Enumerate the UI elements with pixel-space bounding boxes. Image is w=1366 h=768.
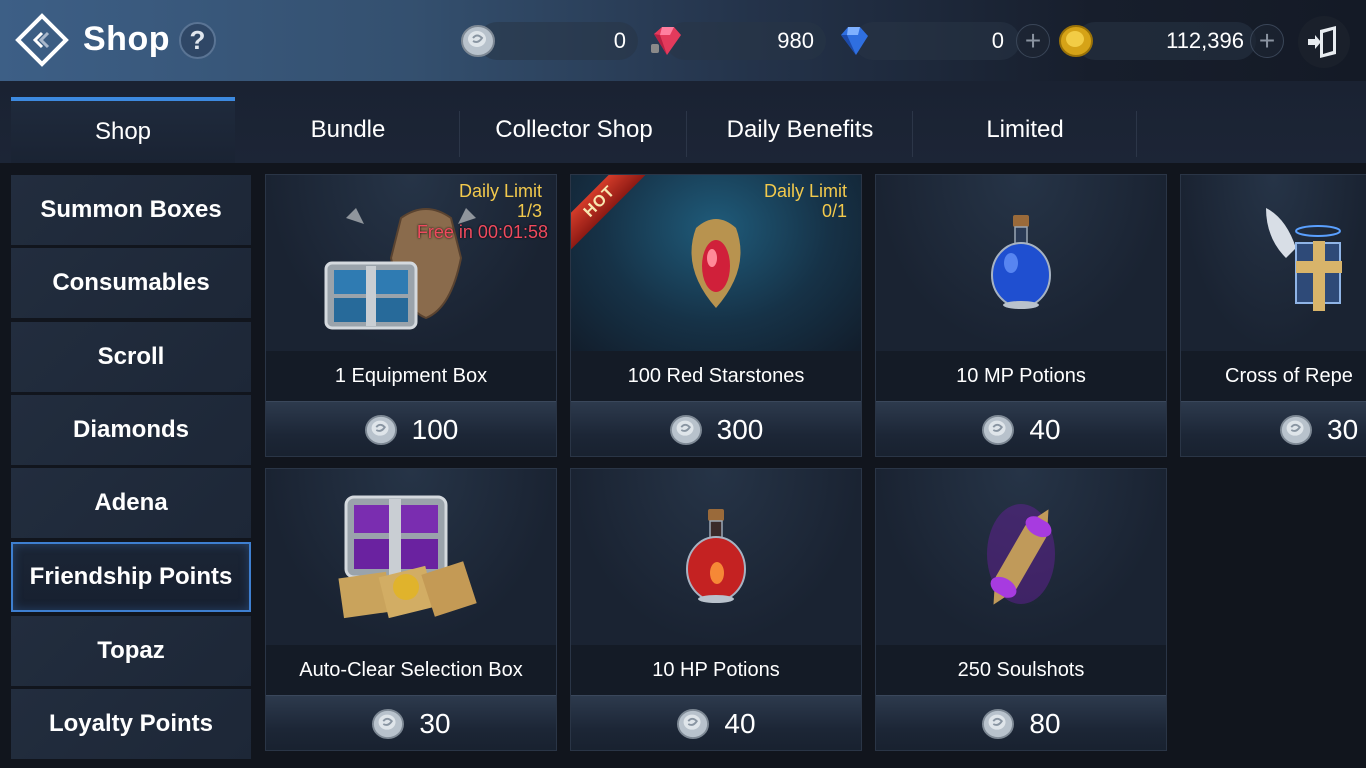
shop-item-card[interactable]: Daily Limit 1/3 Free in 00:01:58 1 Equip… [265,174,557,457]
currency-adena: 112,396 [1076,22,1256,60]
shop-item-card[interactable]: 10 MP Potions 40 [875,174,1167,457]
cross-of-repentance-icon [1265,208,1342,311]
tab-divider [1136,111,1137,157]
mp-potion-icon [991,215,1051,309]
item-image [876,469,1166,645]
item-name: 250 Soulshots [876,645,1166,695]
buy-button[interactable]: 80 [876,695,1166,750]
item-price: 30 [419,708,451,739]
back-button[interactable] [14,12,70,68]
shop-item-card[interactable]: HOT Daily Limit 0/1 100 Red Starstones 3… [570,174,862,457]
item-image [571,469,861,645]
silver-coin-icon [982,414,1015,446]
free-timer: Free in 00:01:58 [416,222,548,242]
item-image [876,175,1166,351]
currency-amount: 112,396 [1166,28,1244,53]
silver-coin-icon [982,708,1015,740]
item-image: HOT Daily Limit 0/1 [571,175,861,351]
sidebar-item-scroll[interactable]: Scroll [11,322,251,392]
daily-limit-count: 0/1 [821,201,847,221]
item-name: Cross of Repe [1181,351,1366,401]
currency-amount: 0 [991,28,1004,53]
tab-limited[interactable]: Limited [913,97,1137,163]
currency-blue-diamond: 0 [854,22,1020,60]
item-name: 10 MP Potions [876,351,1166,401]
tab-shop[interactable]: Shop [11,97,235,163]
daily-limit-label: Daily Limit 1/3 [459,181,542,221]
hp-potion-icon [686,509,746,603]
sidebar-item-consumables[interactable]: Consumables [11,248,251,318]
daily-limit-count: 1/3 [516,201,542,221]
adena-coin-icon [1059,25,1093,57]
shop-item-card[interactable]: 250 Soulshots 80 [875,468,1167,751]
item-price: 300 [716,414,764,445]
shop-item-card[interactable]: Cross of Repe 30 [1180,174,1366,457]
currency-amount: 980 [777,28,814,53]
item-name: 100 Red Starstones [571,351,861,401]
tab-daily-benefits[interactable]: Daily Benefits [688,97,912,163]
soulshot-icon [987,504,1055,605]
shop-item-card[interactable]: Auto-Clear Selection Box 30 [265,468,557,751]
item-price: 30 [1327,414,1359,445]
buy-button[interactable]: 30 [1181,401,1366,456]
sidebar-item-adena[interactable]: Adena [11,468,251,538]
item-price: 40 [724,708,756,739]
daily-limit-text: Daily Limit [458,181,542,201]
silver-coin-icon [364,414,397,446]
item-image [1181,175,1366,351]
silver-coin-icon [669,414,702,446]
sidebar-item-diamonds[interactable]: Diamonds [11,395,251,465]
exit-door-icon [1308,26,1336,58]
item-image: Daily Limit 1/3 Free in 00:01:58 [266,175,556,351]
currency-silver-coin: 0 [478,22,638,60]
silver-coin-icon [372,708,405,740]
exit-button[interactable] [1298,16,1350,68]
tab-divider [686,111,687,157]
currency-amount: 0 [613,28,626,53]
red-starstone-icon [691,219,741,308]
blue-diamond-icon [841,27,868,55]
item-price: 40 [1029,414,1061,445]
tab-collector-shop[interactable]: Collector Shop [462,97,686,163]
item-name: Auto-Clear Selection Box [266,645,556,695]
buy-button[interactable]: 300 [571,401,861,456]
buy-button[interactable]: 30 [266,695,556,750]
tab-bundle[interactable]: Bundle [236,97,460,163]
buy-button[interactable]: 100 [266,401,556,456]
buy-button[interactable]: 40 [876,401,1166,456]
auto-clear-selection-box-icon [338,495,477,619]
red-diamond-icon [651,27,681,55]
sidebar-item-summon-boxes[interactable]: Summon Boxes [11,175,251,245]
page-title: Shop [83,20,170,58]
item-price: 100 [411,414,459,445]
daily-limit-label: Daily Limit 0/1 [764,181,847,221]
sidebar-item-topaz[interactable]: Topaz [11,616,251,686]
help-button[interactable]: ? [179,22,216,59]
hot-badge: HOT [571,175,649,251]
silver-coin-icon [461,25,495,57]
top-bar: Shop ? 0 980 0 + 112,396 + [0,0,1366,81]
tab-bar: Shop Bundle Collector Shop Daily Benefit… [0,81,1366,163]
daily-limit-text: Daily Limit [763,181,847,201]
shop-item-card[interactable]: 10 HP Potions 40 [570,468,862,751]
item-name: 10 HP Potions [571,645,861,695]
item-name: 1 Equipment Box [266,351,556,401]
tab-divider [459,111,460,157]
silver-coin-icon [1280,414,1312,446]
currency-red-diamond: 980 [666,22,826,60]
buy-button[interactable]: 40 [571,695,861,750]
sidebar-item-loyalty-points[interactable]: Loyalty Points [11,689,251,759]
add-adena-button[interactable]: + [1250,24,1284,58]
item-price: 80 [1029,708,1061,739]
add-blue-diamond-button[interactable]: + [1016,24,1050,58]
silver-coin-icon [677,708,710,740]
item-image [266,469,556,645]
sidebar-item-friendship-points[interactable]: Friendship Points [11,542,251,612]
back-arrow-icon [15,13,69,67]
